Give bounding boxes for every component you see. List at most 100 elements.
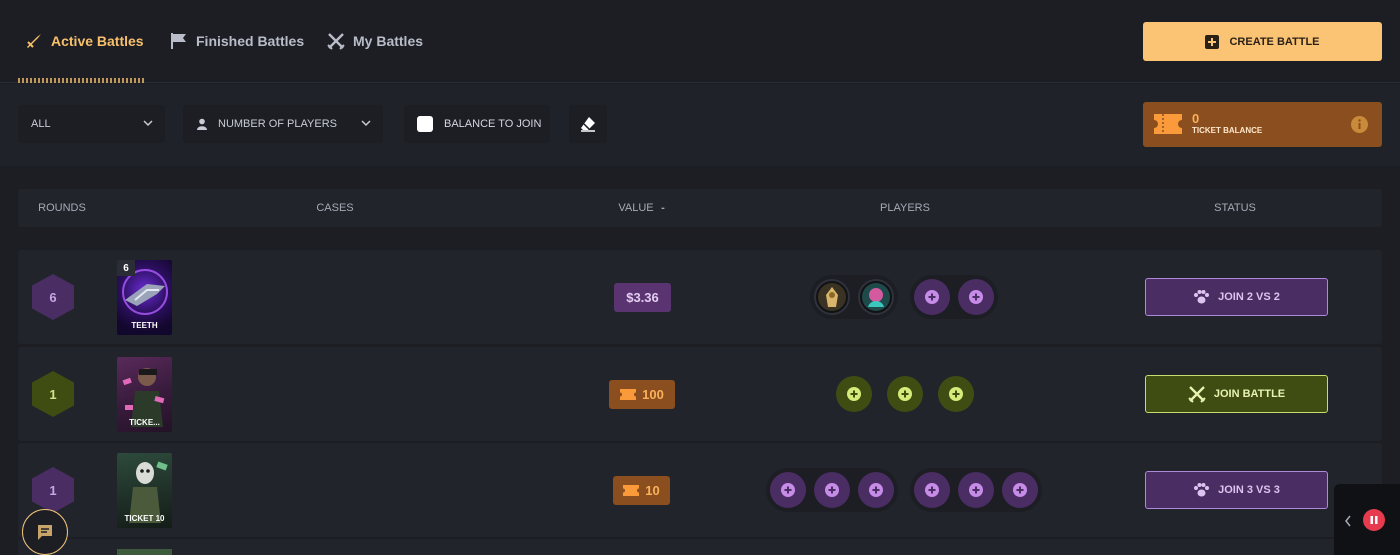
side-widget xyxy=(1334,484,1400,555)
case-name: TICKE... xyxy=(129,418,160,427)
battle-value: $3.36 xyxy=(614,283,671,312)
team-slots xyxy=(910,468,1042,512)
join-slot[interactable] xyxy=(958,472,994,508)
chevron-down-icon xyxy=(143,120,153,127)
plus-circle-icon xyxy=(969,290,983,304)
tab-label: Finished Battles xyxy=(196,33,305,49)
tab-label: My Battles xyxy=(353,33,424,49)
player-avatar[interactable] xyxy=(858,279,894,315)
user-icon xyxy=(197,118,207,130)
rounds-badge: 1 xyxy=(32,371,74,417)
rounds-badge: 1 xyxy=(32,467,74,513)
avatar-image xyxy=(862,283,890,311)
case-name: TEETH xyxy=(131,321,158,330)
info-icon[interactable] xyxy=(1351,116,1368,133)
paw-icon xyxy=(1194,290,1210,304)
plus-circle-icon xyxy=(949,387,963,401)
header-value[interactable]: VALUE xyxy=(618,202,653,214)
case-image[interactable]: TICKET 10 xyxy=(117,453,172,528)
join-slot[interactable] xyxy=(1002,472,1038,508)
case-image[interactable]: 6 TEETH xyxy=(117,260,172,335)
table-row[interactable]: 6 6 TEETH $3.36 JOIN 2 VS 2 xyxy=(18,250,1382,344)
join-button-label: JOIN 2 VS 2 xyxy=(1218,291,1280,303)
balance-checkbox[interactable] xyxy=(417,116,433,132)
join-slot[interactable] xyxy=(814,472,850,508)
pause-button[interactable] xyxy=(1363,509,1385,531)
join-slot[interactable] xyxy=(938,376,974,412)
balance-checkbox-label: BALANCE TO JOIN xyxy=(444,118,542,130)
paw-icon xyxy=(1194,483,1210,497)
case-image[interactable] xyxy=(117,549,172,555)
header-cases: CASES xyxy=(316,202,354,214)
table-header: ROUNDS CASES VALUE - PLAYERS STATUS xyxy=(18,189,1382,227)
crossed-swords-icon xyxy=(1188,386,1206,403)
join-slot[interactable] xyxy=(887,376,923,412)
players-select-value: NUMBER OF PLAYERS xyxy=(218,118,337,130)
join-button-label: JOIN 3 VS 3 xyxy=(1218,484,1280,496)
crossed-swords-icon xyxy=(327,33,345,50)
plus-circle-icon xyxy=(925,483,939,497)
eraser-icon xyxy=(581,117,595,132)
team-slots xyxy=(910,275,998,319)
plus-circle-icon xyxy=(781,483,795,497)
table-row[interactable]: 1 TICKET 10 10 JOIN 3 VS 3 xyxy=(18,443,1382,537)
filter-bar: ALL NUMBER OF PLAYERS BALANCE TO JOIN 0 … xyxy=(0,84,1400,166)
team-slots xyxy=(766,468,898,512)
case-count-badge: 6 xyxy=(117,260,135,276)
ticket-icon xyxy=(623,485,640,496)
plus-circle-icon xyxy=(869,483,883,497)
chat-icon xyxy=(38,525,52,540)
rounds-value: 6 xyxy=(49,289,57,305)
plus-circle-icon xyxy=(925,290,939,304)
battle-value: 10 xyxy=(613,476,670,505)
flag-icon xyxy=(171,33,186,49)
create-battle-button[interactable]: CREATE BATTLE xyxy=(1143,22,1382,61)
ticket-icon xyxy=(1154,114,1182,134)
balance-to-join-toggle[interactable]: BALANCE TO JOIN xyxy=(404,105,550,143)
ticket-balance-panel: 0 TICKET BALANCE xyxy=(1143,102,1382,147)
plus-circle-icon xyxy=(969,483,983,497)
header-status: STATUS xyxy=(1214,202,1256,214)
rounds-value: 1 xyxy=(49,482,57,498)
swords-icon xyxy=(27,34,41,48)
join-battle-button[interactable]: JOIN BATTLE xyxy=(1145,375,1328,413)
tab-active-battles[interactable]: Active Battles xyxy=(25,28,144,54)
header-players: PLAYERS xyxy=(880,202,930,214)
battle-value-text: 100 xyxy=(642,387,664,402)
join-button-label: JOIN BATTLE xyxy=(1213,388,1286,400)
player-avatar[interactable] xyxy=(814,279,850,315)
table-row[interactable] xyxy=(18,539,1382,555)
pause-icon xyxy=(1370,516,1378,524)
join-battle-button[interactable]: JOIN 2 VS 2 xyxy=(1145,278,1328,316)
battle-value-text: $3.36 xyxy=(626,290,659,305)
join-slot[interactable] xyxy=(858,472,894,508)
value-sort-indicator[interactable]: - xyxy=(661,202,665,214)
join-slot[interactable] xyxy=(914,279,950,315)
top-nav: Active Battles Finished Battles My Battl… xyxy=(0,0,1400,83)
plus-circle-icon xyxy=(1013,483,1027,497)
mode-select[interactable]: ALL xyxy=(18,105,165,143)
battle-value: 100 xyxy=(609,380,675,409)
tab-my-battles[interactable]: My Battles xyxy=(327,28,423,54)
join-battle-button[interactable]: JOIN 3 VS 3 xyxy=(1145,471,1328,509)
chevron-left-icon[interactable] xyxy=(1344,515,1352,527)
case-image[interactable]: TICKE... xyxy=(117,357,172,432)
players-select[interactable]: NUMBER OF PLAYERS xyxy=(183,105,383,143)
create-battle-label: CREATE BATTLE xyxy=(1229,35,1320,48)
avatar-image xyxy=(818,283,846,311)
ticket-icon xyxy=(620,389,637,400)
join-slot[interactable] xyxy=(836,376,872,412)
chat-button[interactable] xyxy=(22,509,68,555)
team-slots xyxy=(810,275,898,319)
join-slot[interactable] xyxy=(914,472,950,508)
active-tab-indicator xyxy=(18,78,144,83)
tab-label: Active Battles xyxy=(51,33,144,49)
join-slot[interactable] xyxy=(770,472,806,508)
chevron-down-icon xyxy=(361,120,371,127)
clear-filters-button[interactable] xyxy=(569,105,607,143)
rounds-value: 1 xyxy=(49,386,57,402)
plus-circle-icon xyxy=(825,483,839,497)
table-row[interactable]: 1 TICKE... 100 JOIN BATTLE xyxy=(18,347,1382,441)
join-slot[interactable] xyxy=(958,279,994,315)
tab-finished-battles[interactable]: Finished Battles xyxy=(170,28,304,54)
